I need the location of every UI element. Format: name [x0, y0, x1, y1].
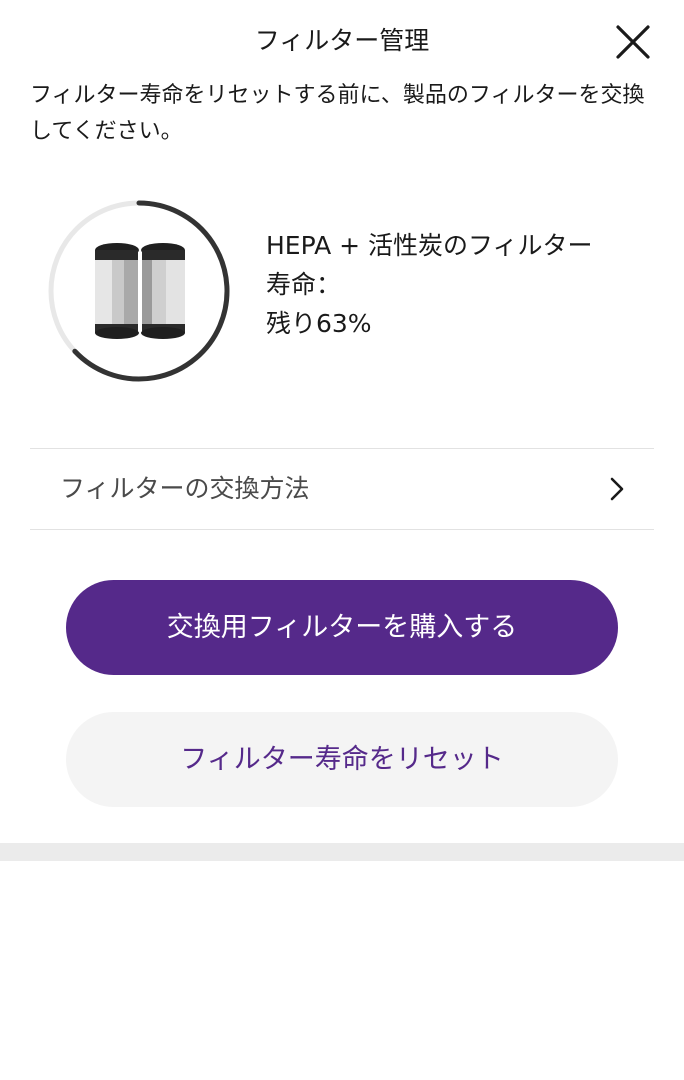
filter-info: HEPA + 活性炭のフィルター寿命： 残り63% — [266, 226, 596, 343]
filter-life-remaining: 残り63% — [266, 309, 372, 338]
filter-replacement-guide-label: フィルターの交換方法 — [60, 474, 310, 503]
divider-bottom — [30, 529, 654, 530]
bottom-separator — [0, 843, 684, 861]
cylindrical-filter-image — [95, 243, 185, 339]
page-title: フィルター管理 — [254, 26, 430, 55]
filter-name: HEPA + 活性炭のフィルター寿命： — [266, 231, 593, 299]
buy-replacement-filter-button[interactable]: 交換用フィルターを購入する — [66, 580, 618, 675]
filter-replacement-guide-link[interactable]: フィルターの交換方法 — [30, 449, 654, 529]
instruction-text: フィルター寿命をリセットする前に、製品のフィルターを交換してください。 — [30, 83, 645, 144]
reset-filter-life-button[interactable]: フィルター寿命をリセット — [66, 712, 618, 807]
close-button[interactable] — [612, 22, 654, 62]
chevron-right-icon — [610, 477, 624, 501]
close-icon — [616, 25, 650, 59]
filter-life-gauge — [48, 200, 230, 382]
filter-status-card: HEPA + 活性炭のフィルター寿命： 残り63% — [0, 190, 684, 390]
header: フィルター管理 — [0, 0, 684, 84]
